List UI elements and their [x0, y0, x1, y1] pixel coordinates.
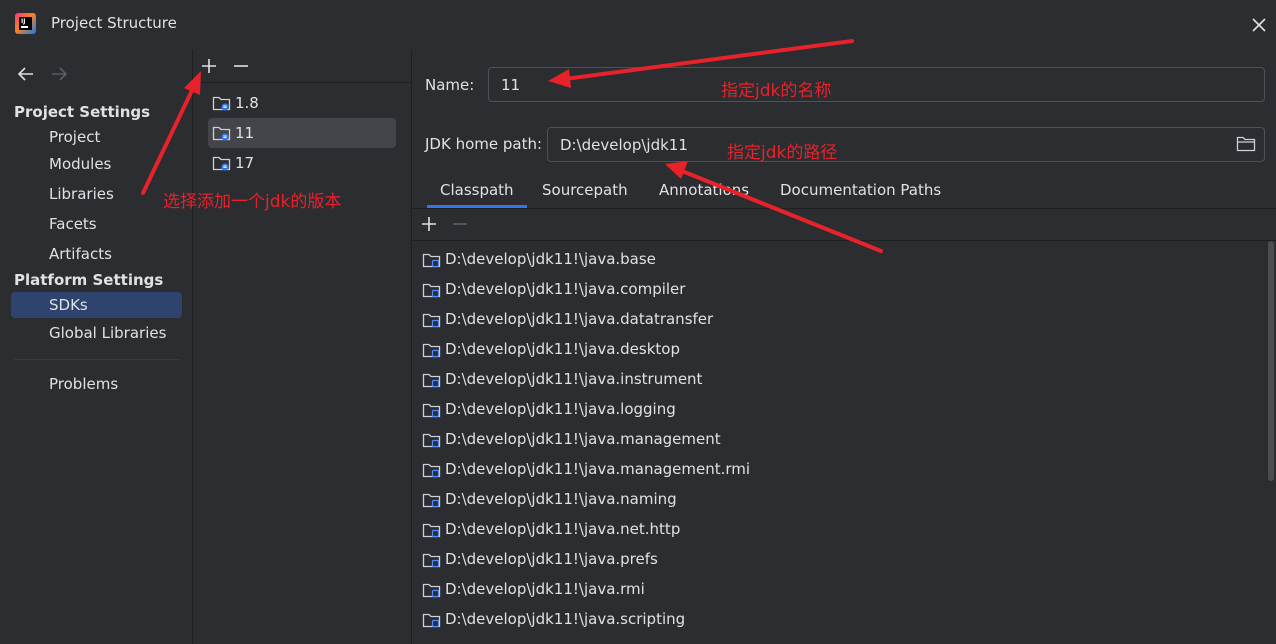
platform-settings-heading: Platform Settings — [14, 271, 164, 289]
classpath-entry-label: D:\develop\jdk11!\java.desktop — [445, 340, 680, 358]
classpath-entry-label: D:\develop\jdk11!\java.naming — [445, 490, 677, 508]
close-icon[interactable] — [1248, 14, 1270, 36]
name-input[interactable] — [499, 72, 1203, 98]
sdk-list-panel: 1.8 11 17 — [193, 50, 412, 644]
jdk-home-path-label: JDK home path: — [425, 135, 543, 153]
classpath-entry-label: D:\develop\jdk11!\java.prefs — [445, 550, 658, 568]
classpath-row[interactable]: D:\develop\jdk11!\java.prefs — [422, 545, 1252, 575]
window-title: Project Structure — [51, 14, 177, 32]
sdk-item-label: 17 — [235, 154, 255, 172]
classpath-entry-label: D:\develop\jdk11!\java.net.http — [445, 520, 681, 538]
classpath-entry-label: D:\develop\jdk11!\java.rmi — [445, 580, 645, 598]
library-folder-icon — [422, 371, 442, 393]
nav-item-label: Libraries — [49, 185, 114, 203]
nav-item-libraries[interactable]: Libraries — [11, 181, 182, 207]
jdk-home-path-field[interactable] — [547, 127, 1265, 162]
jdk-home-path-input[interactable] — [558, 132, 1202, 158]
library-folder-icon — [422, 521, 442, 543]
nav-item-modules[interactable]: Modules — [11, 151, 182, 177]
sdk-tabs: Classpath Sourcepath Annotations Documen… — [412, 175, 1276, 209]
sdk-item-label: 11 — [235, 124, 255, 142]
classpath-row[interactable]: D:\develop\jdk11!\java.net.http — [422, 515, 1252, 545]
sdk-folder-icon — [212, 124, 232, 146]
classpath-row[interactable]: D:\develop\jdk11!\java.compiler — [422, 275, 1252, 305]
classpath-entry-label: D:\develop\jdk11!\java.compiler — [445, 280, 686, 298]
classpath-list: D:\develop\jdk11!\java.base D:\develop\jd… — [412, 241, 1262, 644]
scrollbar[interactable] — [1268, 241, 1274, 481]
project-settings-heading: Project Settings — [14, 103, 151, 121]
add-icon[interactable] — [199, 56, 219, 76]
title-bar: IJ Project Structure — [0, 0, 1276, 50]
classpath-row[interactable]: D:\develop\jdk11!\java.naming — [422, 485, 1252, 515]
sdk-folder-icon — [212, 94, 232, 116]
nav-item-problems[interactable]: Problems — [11, 371, 182, 397]
nav-item-label: Global Libraries — [49, 324, 167, 342]
classpath-row[interactable]: D:\develop\jdk11!\java.base — [422, 245, 1252, 275]
classpath-entry-label: D:\develop\jdk11!\java.base — [445, 250, 656, 268]
library-folder-icon — [422, 281, 442, 303]
nav-item-facets[interactable]: Facets — [11, 211, 182, 237]
classpath-entry-label: D:\develop\jdk11!\java.management — [445, 430, 721, 448]
classpath-row[interactable]: D:\develop\jdk11!\java.instrument — [422, 365, 1252, 395]
annotation-add-version: 选择添加一个jdk的版本 — [163, 192, 342, 212]
library-folder-icon — [422, 491, 442, 513]
classpath-entry-label: D:\develop\jdk11!\java.management.rmi — [445, 460, 751, 478]
classpath-row[interactable]: D:\develop\jdk11!\java.desktop — [422, 335, 1252, 365]
remove-icon[interactable] — [450, 214, 470, 234]
sdk-item-label: 1.8 — [235, 94, 259, 112]
back-arrow-icon[interactable] — [15, 63, 37, 85]
library-folder-icon — [422, 431, 442, 453]
tab-sourcepath[interactable]: Sourcepath — [542, 181, 628, 199]
annotation-specify-name: 指定jdk的名称 — [721, 81, 832, 101]
sdk-item-1-8[interactable]: 1.8 — [208, 88, 396, 118]
sdk-item-17[interactable]: 17 — [208, 148, 396, 178]
sdk-list-toolbar — [193, 50, 411, 83]
classpath-row[interactable]: D:\develop\jdk11!\java.scripting — [422, 605, 1252, 635]
classpath-row[interactable]: D:\develop\jdk11!\java.management — [422, 425, 1252, 455]
nav-item-label: Artifacts — [49, 245, 112, 263]
classpath-row[interactable]: D:\develop\jdk11!\java.datatransfer — [422, 305, 1252, 335]
library-folder-icon — [422, 461, 442, 483]
app-logo-icon: IJ — [15, 13, 36, 34]
annotation-specify-path: 指定jdk的路径 — [727, 143, 838, 163]
name-label: Name: — [425, 76, 475, 94]
name-field[interactable] — [488, 67, 1265, 102]
library-folder-icon — [422, 341, 442, 363]
nav-item-global-libraries[interactable]: Global Libraries — [11, 320, 182, 346]
classpath-row[interactable]: D:\develop\jdk11!\java.rmi — [422, 575, 1252, 605]
tab-annotations[interactable]: Annotations — [659, 181, 749, 199]
nav-item-sdks[interactable]: SDKs — [11, 292, 182, 318]
nav-item-project[interactable]: Project — [11, 124, 182, 150]
folder-browse-icon[interactable] — [1236, 135, 1256, 153]
forward-arrow-icon[interactable] — [48, 63, 70, 85]
classpath-row[interactable]: D:\develop\jdk11!\java.management.rmi — [422, 455, 1252, 485]
library-folder-icon — [422, 401, 442, 423]
settings-navigation: Project Settings Project Modules Librari… — [0, 50, 193, 644]
sdk-detail-panel: Name: JDK home path: Classpath Sourcepat… — [412, 50, 1276, 644]
add-icon[interactable] — [419, 214, 439, 234]
classpath-row[interactable]: D:\develop\jdk11!\java.logging — [422, 395, 1252, 425]
classpath-entry-label: D:\develop\jdk11!\java.datatransfer — [445, 310, 714, 328]
classpath-entry-label: D:\develop\jdk11!\java.logging — [445, 400, 676, 418]
nav-item-label: Problems — [49, 375, 119, 393]
nav-item-label: Modules — [49, 155, 112, 173]
nav-item-label: SDKs — [49, 296, 88, 314]
classpath-entry-label: D:\develop\jdk11!\java.scripting — [445, 610, 686, 628]
library-folder-icon — [422, 311, 442, 333]
classpath-toolbar — [412, 208, 1276, 241]
sdk-item-11[interactable]: 11 — [208, 118, 396, 148]
library-folder-icon — [422, 611, 442, 633]
nav-item-label: Facets — [49, 215, 97, 233]
nav-item-artifacts[interactable]: Artifacts — [11, 241, 182, 267]
library-folder-icon — [422, 251, 442, 273]
classpath-entry-label: D:\develop\jdk11!\java.instrument — [445, 370, 703, 388]
sdk-folder-icon — [212, 154, 232, 176]
library-folder-icon — [422, 581, 442, 603]
tab-classpath[interactable]: Classpath — [440, 181, 514, 199]
library-folder-icon — [422, 551, 442, 573]
nav-divider — [14, 359, 180, 360]
remove-icon[interactable] — [231, 56, 251, 76]
nav-item-label: Project — [49, 128, 101, 146]
tab-documentation-paths[interactable]: Documentation Paths — [780, 181, 941, 199]
